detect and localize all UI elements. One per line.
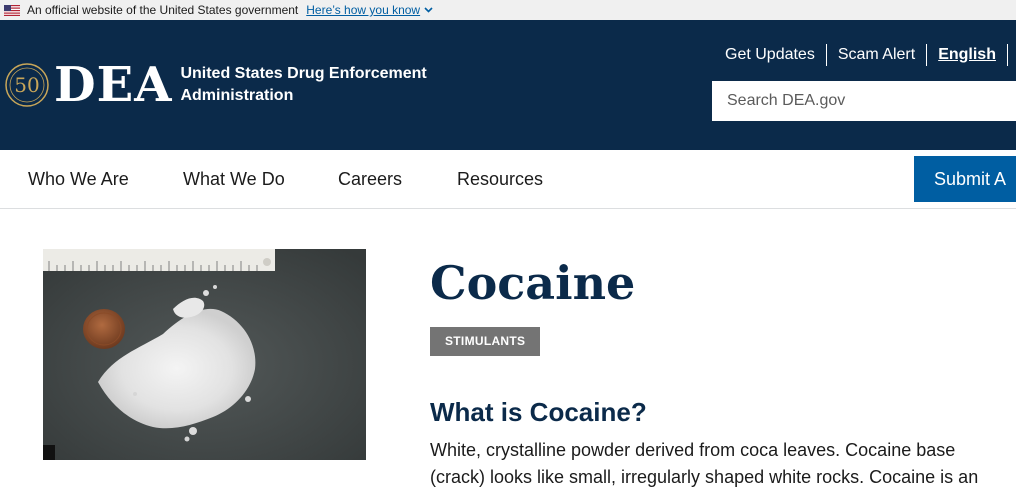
english-language-link[interactable]: English (927, 44, 1008, 66)
get-updates-link[interactable]: Get Updates (714, 44, 827, 66)
nav-careers[interactable]: Careers (338, 169, 402, 190)
nav-resources[interactable]: Resources (457, 169, 543, 190)
espanol-language-link[interactable]: Es (1008, 44, 1016, 66)
search-input[interactable] (712, 81, 1016, 121)
how-you-know-link[interactable]: Here’s how you know (306, 3, 433, 17)
how-you-know-label: Here’s how you know (306, 3, 421, 17)
category-tag[interactable]: STIMULANTS (430, 327, 541, 356)
cocaine-photo (43, 249, 366, 460)
main-nav: Who We Are What We Do Careers Resources … (0, 150, 1016, 209)
nav-what-we-do[interactable]: What We Do (183, 169, 285, 190)
gov-banner: An official website of the United States… (0, 0, 1016, 20)
site-header: 50 DEA United States Drug Enforcement Ad… (0, 20, 1016, 150)
section-heading: What is Cocaine? (430, 397, 647, 427)
nav-who-we-are[interactable]: Who We Are (28, 169, 129, 190)
submit-tip-button[interactable]: Submit A (914, 156, 1016, 202)
agency-name: United States Drug Enforcement Administr… (180, 65, 427, 104)
seal-number: 50 (14, 73, 39, 97)
utility-nav: Get Updates Scam Alert English Es (714, 44, 1016, 66)
body-paragraph: White, crystalline powder derived from c… (430, 440, 979, 487)
50th-anniversary-seal-icon: 50 (4, 62, 50, 108)
chevron-down-icon (424, 7, 433, 13)
gov-banner-text: An official website of the United States… (27, 3, 299, 17)
us-flag-icon (4, 4, 20, 16)
page-title: Cocaine (430, 256, 636, 310)
dea-logo: DEA (54, 57, 173, 113)
scam-alert-link[interactable]: Scam Alert (827, 44, 928, 66)
dea-logo-link[interactable]: 50 DEA United States Drug Enforcement Ad… (4, 61, 440, 109)
